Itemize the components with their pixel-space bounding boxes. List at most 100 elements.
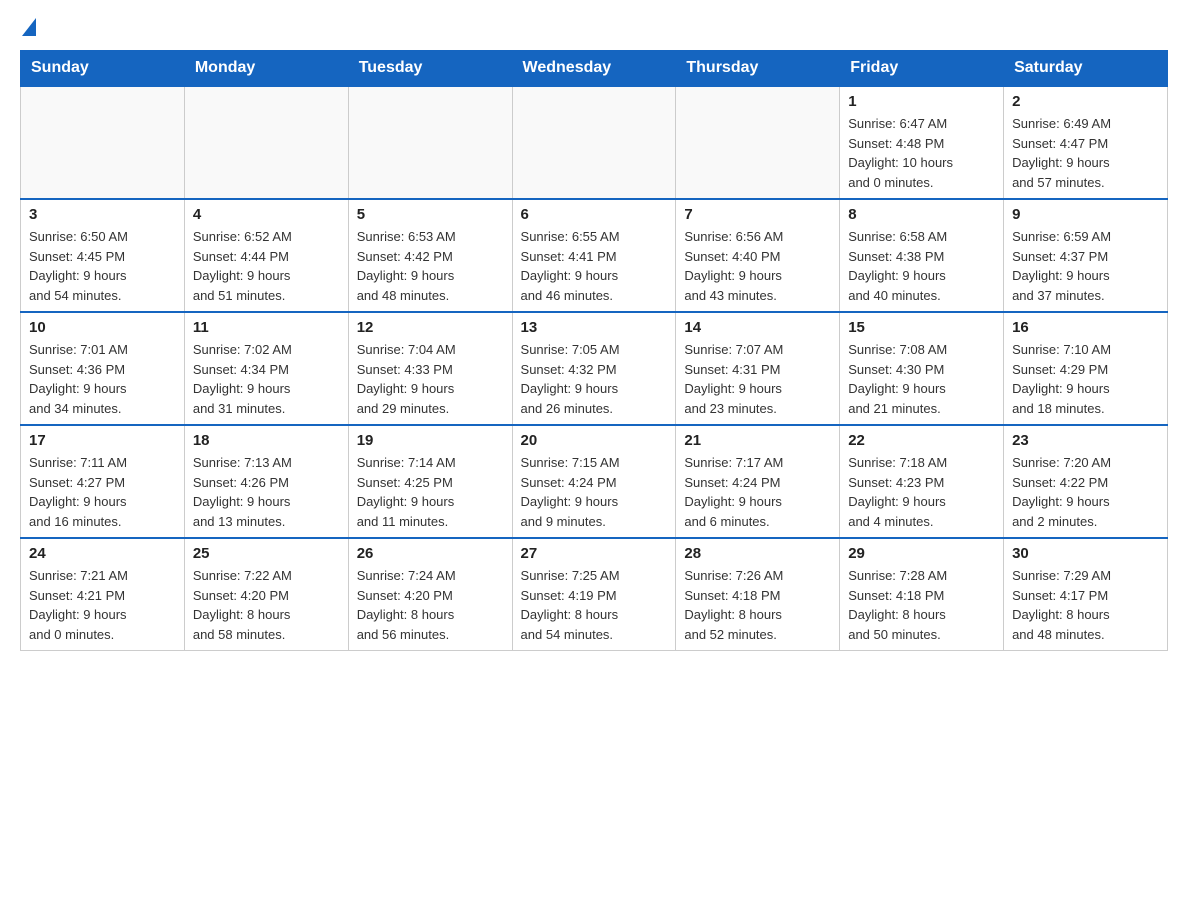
calendar-cell: 4Sunrise: 6:52 AM Sunset: 4:44 PM Daylig… <box>184 199 348 312</box>
day-info: Sunrise: 7:26 AM Sunset: 4:18 PM Dayligh… <box>684 566 831 644</box>
day-number: 27 <box>521 545 668 562</box>
day-number: 11 <box>193 319 340 336</box>
calendar-week-row: 3Sunrise: 6:50 AM Sunset: 4:45 PM Daylig… <box>21 199 1168 312</box>
calendar-cell: 5 Sunrise: 6:53 AM Sunset: 4:42 PM Daylig… <box>348 199 512 312</box>
calendar-cell: 12 Sunrise: 7:04 AM Sunset: 4:33 PM Dayli… <box>348 312 512 425</box>
day-info: Sunrise: 7:11 AM Sunset: 4:27 PM Dayligh… <box>29 453 176 531</box>
calendar-cell <box>184 86 348 199</box>
day-info: Sunrise: 7:29 AM Sunset: 4:17 PM Dayligh… <box>1012 566 1159 644</box>
calendar-body: 1 Sunrise: 6:47 AM Sunset: 4:48 PM Daylig… <box>21 86 1168 651</box>
day-info: Sunrise: 6:49 AM Sunset: 4:47 PM Dayligh… <box>1012 114 1159 192</box>
day-number: 10 <box>29 319 176 336</box>
day-info: Sunrise: 7:01 AM Sunset: 4:36 PM Dayligh… <box>29 340 176 418</box>
calendar-cell: 24 Sunrise: 7:21 AM Sunset: 4:21 PM Dayli… <box>21 538 185 651</box>
day-info: Sunrise: 7:08 AM Sunset: 4:30 PM Dayligh… <box>848 340 995 418</box>
day-number: 21 <box>684 432 831 449</box>
day-number: 22 <box>848 432 995 449</box>
calendar-cell <box>512 86 676 199</box>
calendar-cell: 8 Sunrise: 6:58 AM Sunset: 4:38 PM Daylig… <box>840 199 1004 312</box>
day-info: Sunrise: 7:21 AM Sunset: 4:21 PM Dayligh… <box>29 566 176 644</box>
day-number: 17 <box>29 432 176 449</box>
calendar-cell: 2 Sunrise: 6:49 AM Sunset: 4:47 PM Daylig… <box>1004 86 1168 199</box>
day-info: Sunrise: 7:20 AM Sunset: 4:22 PM Dayligh… <box>1012 453 1159 531</box>
day-info: Sunrise: 7:17 AM Sunset: 4:24 PM Dayligh… <box>684 453 831 531</box>
calendar-cell: 9Sunrise: 6:59 AM Sunset: 4:37 PM Daylig… <box>1004 199 1168 312</box>
day-number: 30 <box>1012 545 1159 562</box>
day-info: Sunrise: 7:13 AM Sunset: 4:26 PM Dayligh… <box>193 453 340 531</box>
weekday-header-saturday: Saturday <box>1004 51 1168 87</box>
calendar-cell: 29 Sunrise: 7:28 AM Sunset: 4:18 PM Dayli… <box>840 538 1004 651</box>
day-number: 28 <box>684 545 831 562</box>
day-info: Sunrise: 7:15 AM Sunset: 4:24 PM Dayligh… <box>521 453 668 531</box>
calendar-cell <box>21 86 185 199</box>
weekday-header-monday: Monday <box>184 51 348 87</box>
day-number: 19 <box>357 432 504 449</box>
calendar-cell: 10 Sunrise: 7:01 AM Sunset: 4:36 PM Dayli… <box>21 312 185 425</box>
day-number: 14 <box>684 319 831 336</box>
calendar-cell: 6 Sunrise: 6:55 AM Sunset: 4:41 PM Daylig… <box>512 199 676 312</box>
day-info: Sunrise: 6:47 AM Sunset: 4:48 PM Dayligh… <box>848 114 995 192</box>
day-number: 5 <box>357 206 504 223</box>
calendar-cell: 1 Sunrise: 6:47 AM Sunset: 4:48 PM Daylig… <box>840 86 1004 199</box>
calendar-cell: 13Sunrise: 7:05 AM Sunset: 4:32 PM Dayli… <box>512 312 676 425</box>
calendar-cell: 21 Sunrise: 7:17 AM Sunset: 4:24 PM Dayli… <box>676 425 840 538</box>
calendar-cell: 30 Sunrise: 7:29 AM Sunset: 4:17 PM Dayli… <box>1004 538 1168 651</box>
calendar-cell: 17 Sunrise: 7:11 AM Sunset: 4:27 PM Dayli… <box>21 425 185 538</box>
calendar-week-row: 17 Sunrise: 7:11 AM Sunset: 4:27 PM Dayli… <box>21 425 1168 538</box>
day-number: 8 <box>848 206 995 223</box>
day-number: 4 <box>193 206 340 223</box>
calendar-cell: 15 Sunrise: 7:08 AM Sunset: 4:30 PM Dayli… <box>840 312 1004 425</box>
calendar-week-row: 24 Sunrise: 7:21 AM Sunset: 4:21 PM Dayli… <box>21 538 1168 651</box>
calendar-table: SundayMondayTuesdayWednesdayThursdayFrid… <box>20 50 1168 651</box>
day-info: Sunrise: 6:53 AM Sunset: 4:42 PM Dayligh… <box>357 227 504 305</box>
calendar-cell: 16 Sunrise: 7:10 AM Sunset: 4:29 PM Dayli… <box>1004 312 1168 425</box>
calendar-week-row: 10 Sunrise: 7:01 AM Sunset: 4:36 PM Dayli… <box>21 312 1168 425</box>
day-number: 20 <box>521 432 668 449</box>
day-number: 26 <box>357 545 504 562</box>
day-info: Sunrise: 6:50 AM Sunset: 4:45 PM Dayligh… <box>29 227 176 305</box>
day-info: Sunrise: 7:05 AM Sunset: 4:32 PM Dayligh… <box>521 340 668 418</box>
weekday-header-sunday: Sunday <box>21 51 185 87</box>
day-info: Sunrise: 7:24 AM Sunset: 4:20 PM Dayligh… <box>357 566 504 644</box>
day-number: 9 <box>1012 206 1159 223</box>
calendar-cell: 26 Sunrise: 7:24 AM Sunset: 4:20 PM Dayli… <box>348 538 512 651</box>
day-info: Sunrise: 7:28 AM Sunset: 4:18 PM Dayligh… <box>848 566 995 644</box>
logo <box>20 20 36 38</box>
day-number: 29 <box>848 545 995 562</box>
calendar-cell: 27 Sunrise: 7:25 AM Sunset: 4:19 PM Dayli… <box>512 538 676 651</box>
day-info: Sunrise: 6:56 AM Sunset: 4:40 PM Dayligh… <box>684 227 831 305</box>
day-number: 24 <box>29 545 176 562</box>
day-number: 7 <box>684 206 831 223</box>
day-info: Sunrise: 7:10 AM Sunset: 4:29 PM Dayligh… <box>1012 340 1159 418</box>
day-number: 15 <box>848 319 995 336</box>
day-number: 23 <box>1012 432 1159 449</box>
day-info: Sunrise: 7:04 AM Sunset: 4:33 PM Dayligh… <box>357 340 504 418</box>
day-info: Sunrise: 6:55 AM Sunset: 4:41 PM Dayligh… <box>521 227 668 305</box>
calendar-cell <box>676 86 840 199</box>
page-header <box>20 20 1168 38</box>
day-info: Sunrise: 7:25 AM Sunset: 4:19 PM Dayligh… <box>521 566 668 644</box>
day-number: 1 <box>848 93 995 110</box>
weekday-header-wednesday: Wednesday <box>512 51 676 87</box>
calendar-cell: 28 Sunrise: 7:26 AM Sunset: 4:18 PM Dayli… <box>676 538 840 651</box>
day-info: Sunrise: 7:22 AM Sunset: 4:20 PM Dayligh… <box>193 566 340 644</box>
day-number: 2 <box>1012 93 1159 110</box>
logo-triangle-icon <box>22 18 36 36</box>
weekday-header-friday: Friday <box>840 51 1004 87</box>
day-number: 25 <box>193 545 340 562</box>
day-info: Sunrise: 7:14 AM Sunset: 4:25 PM Dayligh… <box>357 453 504 531</box>
day-info: Sunrise: 7:18 AM Sunset: 4:23 PM Dayligh… <box>848 453 995 531</box>
day-number: 6 <box>521 206 668 223</box>
calendar-cell: 11Sunrise: 7:02 AM Sunset: 4:34 PM Dayli… <box>184 312 348 425</box>
calendar-cell: 25 Sunrise: 7:22 AM Sunset: 4:20 PM Dayli… <box>184 538 348 651</box>
calendar-cell: 19 Sunrise: 7:14 AM Sunset: 4:25 PM Dayli… <box>348 425 512 538</box>
calendar-cell: 3Sunrise: 6:50 AM Sunset: 4:45 PM Daylig… <box>21 199 185 312</box>
calendar-cell: 18Sunrise: 7:13 AM Sunset: 4:26 PM Dayli… <box>184 425 348 538</box>
calendar-cell: 23 Sunrise: 7:20 AM Sunset: 4:22 PM Dayli… <box>1004 425 1168 538</box>
day-number: 16 <box>1012 319 1159 336</box>
calendar-cell: 7 Sunrise: 6:56 AM Sunset: 4:40 PM Daylig… <box>676 199 840 312</box>
day-number: 12 <box>357 319 504 336</box>
weekday-header-thursday: Thursday <box>676 51 840 87</box>
calendar-header: SundayMondayTuesdayWednesdayThursdayFrid… <box>21 51 1168 87</box>
day-info: Sunrise: 6:58 AM Sunset: 4:38 PM Dayligh… <box>848 227 995 305</box>
